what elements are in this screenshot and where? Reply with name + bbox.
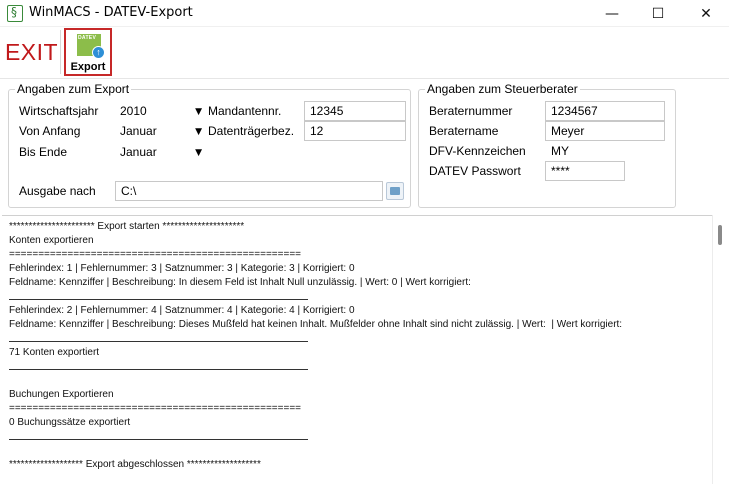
folder-browse-icon[interactable] (386, 182, 404, 200)
exit-button[interactable]: EXIT (3, 30, 61, 74)
mandantennr-field[interactable]: 12345 (304, 101, 406, 121)
chevron-down-icon: ▼ (195, 107, 202, 117)
log-scrollbar[interactable] (712, 215, 729, 484)
bis-ende-value: Januar (120, 145, 157, 159)
log-line: Konten exportieren (9, 235, 94, 246)
log-line: 71 Konten exportiert (9, 347, 100, 358)
app-icon (7, 5, 23, 22)
datev-passwort-label: DATEV Passwort (429, 164, 521, 178)
datev-passwort-field[interactable]: **** (545, 161, 625, 181)
close-button[interactable]: ✕ (683, 0, 729, 27)
von-anfang-select[interactable]: Januar ▼ (115, 121, 205, 141)
log-line: Feldname: Kennziffer | Beschreibung: In … (9, 277, 471, 288)
datentraeger-label: Datenträgerbez. (208, 124, 295, 138)
chevron-down-icon: ▼ (195, 148, 202, 158)
maximize-button[interactable]: ☐ (635, 0, 681, 27)
datev-export-icon: DATEV ↑ (77, 34, 105, 59)
mandantennr-label: Mandantennr. (208, 104, 282, 118)
minimize-button[interactable]: — (589, 0, 635, 27)
wirtschaftsjahr-value: 2010 (120, 104, 147, 118)
log-line: Buchungen Exportieren (9, 389, 114, 400)
datev-icon-text: DATEV (78, 35, 97, 41)
log-separator (9, 332, 712, 346)
log-separator (9, 360, 712, 374)
log-separator (9, 290, 712, 304)
bis-ende-label: Bis Ende (19, 145, 68, 159)
log-line: ********************** Export starten **… (9, 221, 245, 232)
window-title: WinMACS - DATEV-Export (29, 5, 193, 20)
berater-settings-legend: Angaben zum Steuerberater (427, 82, 578, 96)
wirtschaftsjahr-label: Wirtschaftsjahr (19, 104, 99, 118)
export-button[interactable]: DATEV ↑ Export (64, 28, 112, 76)
log-line: ========================================… (9, 249, 301, 260)
log-line: 0 Buchungssätze exportiert (9, 417, 131, 428)
export-settings-legend: Angaben zum Export (17, 82, 130, 96)
export-log[interactable]: ********************** Export starten **… (2, 215, 712, 484)
dfv-kennzeichen-label: DFV-Kennzeichen (429, 144, 526, 158)
beratername-label: Beratername (429, 124, 499, 138)
von-anfang-label: Von Anfang (19, 124, 81, 138)
log-line: Feldname: Kennziffer | Beschreibung: Die… (9, 319, 623, 330)
log-separator (9, 430, 712, 444)
log-line: Fehlerindex: 2 | Fehlernummer: 4 | Satzn… (9, 305, 355, 316)
title-bar: WinMACS - DATEV-Export — ☐ ✕ (0, 0, 729, 27)
export-button-label: Export (70, 61, 106, 73)
datentraeger-field[interactable]: 12 (304, 121, 406, 141)
ausgabe-label: Ausgabe nach (19, 184, 96, 198)
beraternummer-label: Beraternummer (429, 104, 513, 118)
beratername-field[interactable]: Meyer (545, 121, 665, 141)
log-line: ******************* Export abgeschlossen… (9, 459, 261, 470)
dfv-kennzeichen-field[interactable]: MY (545, 141, 585, 161)
beraternummer-field[interactable]: 1234567 (545, 101, 665, 121)
bis-ende-select[interactable]: Januar ▼ (115, 142, 205, 162)
scrollbar-thumb[interactable] (718, 225, 722, 245)
upload-arrow-icon: ↑ (92, 46, 105, 59)
log-line: Fehlerindex: 1 | Fehlernummer: 3 | Satzn… (9, 263, 355, 274)
toolbar: EXIT DATEV ↑ Export (0, 27, 729, 79)
log-line: ========================================… (9, 403, 301, 414)
wirtschaftsjahr-select[interactable]: 2010 ▼ (115, 101, 205, 121)
ausgabe-path-field[interactable]: C:\ (115, 181, 383, 201)
von-anfang-value: Januar (120, 124, 157, 138)
chevron-down-icon: ▼ (195, 127, 202, 137)
